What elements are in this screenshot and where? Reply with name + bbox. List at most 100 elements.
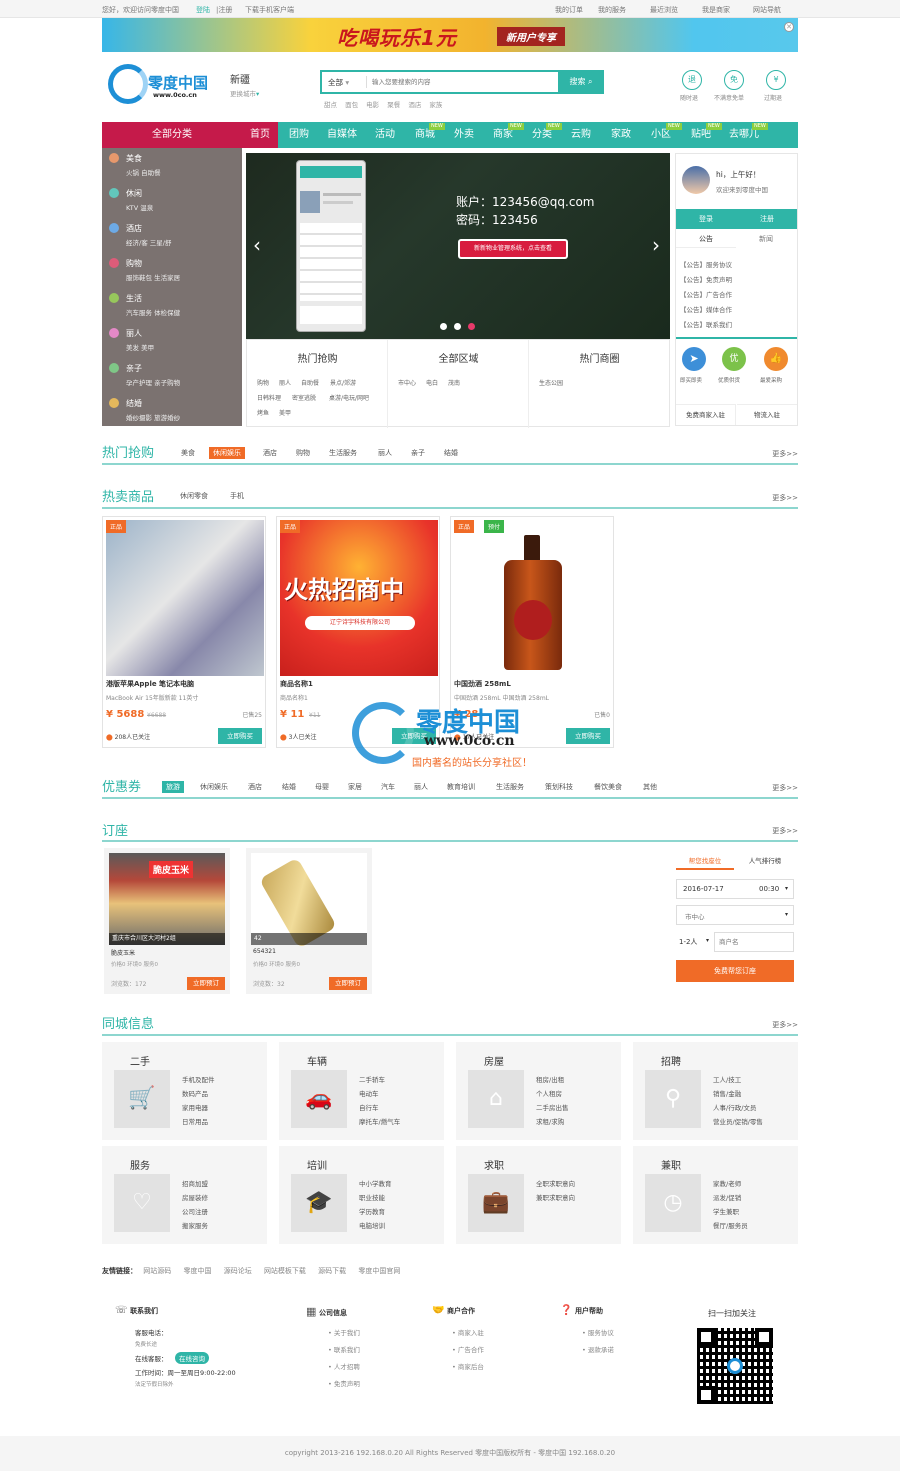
city-link[interactable]: 求租/求购 (536, 1116, 564, 1126)
city-link[interactable]: 家用电器 (182, 1102, 208, 1112)
tab-dining[interactable]: 餐饮美食 (594, 782, 622, 792)
friend-link[interactable]: 网站源码 (143, 1267, 171, 1275)
people-select[interactable]: 1-2人 ▾ (676, 932, 714, 952)
tab-news[interactable]: 新闻 (736, 234, 796, 244)
city-link[interactable]: 职业技能 (359, 1192, 385, 1202)
login-button[interactable]: 登录 (676, 209, 736, 229)
tab-phones[interactable]: 手机 (230, 491, 244, 501)
footer-link[interactable]: • 关于我们 (328, 1327, 360, 1337)
footer-link[interactable]: • 服务协议 (582, 1327, 614, 1337)
city-block-training[interactable]: 培训 🎓 中小学教育 职业技能 学历教育 电脑培训 (279, 1146, 444, 1244)
city-link[interactable]: 公司注册 (182, 1206, 208, 1216)
product-name[interactable]: 商品名称1 (280, 679, 313, 689)
send-icon[interactable]: ➤ (682, 347, 706, 371)
city-block-vehicles[interactable]: 车辆 🚗 二手轿车 电动车 自行车 摩托车/燃气车 (279, 1042, 444, 1140)
my-service-link[interactable]: 我的服务 (598, 5, 626, 15)
category-beauty[interactable]: 丽人 美发 美甲 (102, 323, 242, 358)
tab-baby[interactable]: 母婴 (315, 782, 329, 792)
slider-dot-active[interactable] (468, 323, 475, 330)
tab-parenting[interactable]: 亲子 (411, 448, 425, 458)
quick-link[interactable]: 桌游/电玩/网吧 (329, 393, 369, 402)
thumbs-up-icon[interactable]: 👍 (764, 347, 788, 371)
city-block-services[interactable]: 服务 ♡ 招商加盟 房屋装修 公司注册 搬家服务 (102, 1146, 267, 1244)
friend-link[interactable]: 零度中国 (183, 1267, 211, 1275)
tab-leisure[interactable]: 休闲娱乐 (209, 447, 245, 459)
area-select[interactable]: 市中心 ▾ (676, 905, 794, 925)
hot-keyword[interactable]: 聚餐 (387, 101, 400, 109)
category-leisure[interactable]: 休闲 KTV 温泉 (102, 183, 242, 218)
app-download-link[interactable]: 下载手机客户端 (245, 5, 294, 15)
more-link[interactable]: 更多>> (772, 449, 798, 459)
city-link[interactable]: 学历教育 (359, 1206, 385, 1216)
city-link[interactable]: 二手轿车 (359, 1074, 385, 1084)
city-link[interactable]: 手机及配件 (182, 1074, 215, 1084)
tab-life-service[interactable]: 生活服务 (329, 448, 357, 458)
quick-link[interactable]: 美甲 (279, 408, 291, 417)
tab-home[interactable]: 家居 (348, 782, 362, 792)
footer-link[interactable]: • 联系我们 (328, 1344, 360, 1354)
more-link[interactable]: 更多>> (772, 826, 798, 836)
notice-item[interactable]: 【公告】免责声明 (680, 274, 732, 284)
notice-item[interactable]: 【公告】媒体合作 (680, 304, 732, 314)
booking-image[interactable] (251, 853, 367, 949)
category-wedding[interactable]: 结婚 婚纱摄影 旅游婚纱 (102, 393, 242, 428)
city-link[interactable]: 数码产品 (182, 1088, 208, 1098)
booking-card[interactable]: 42 654321 价格0 环境0 服务0 浏览数：32 立即预订 (246, 848, 372, 994)
logo-icon[interactable] (108, 64, 148, 104)
city-link[interactable]: 日常用品 (182, 1116, 208, 1126)
recent-browse-link[interactable]: 最近浏览 (650, 5, 678, 15)
notice-item[interactable]: 【公告】服务协议 (680, 259, 732, 269)
tab-beauty[interactable]: 丽人 (414, 782, 428, 792)
footer-link[interactable]: • 商家后台 (452, 1361, 484, 1371)
category-life[interactable]: 生活 汽车服务 体检保健 (102, 288, 242, 323)
slider-dot[interactable] (454, 323, 461, 330)
footer-link[interactable]: • 退款承诺 (582, 1344, 614, 1354)
city-link[interactable]: 房屋装修 (182, 1192, 208, 1202)
city-link[interactable]: 招商加盟 (182, 1178, 208, 1188)
friend-link[interactable]: 网站模板下载 (264, 1267, 306, 1275)
city-link[interactable]: 中小学教育 (359, 1178, 392, 1188)
nav-item-events[interactable]: 活动 (368, 122, 402, 148)
buy-now-button[interactable]: 立即购买 (218, 728, 262, 744)
tab-travel[interactable]: 旅游 (162, 781, 184, 793)
city-link[interactable]: 搬家服务 (182, 1220, 208, 1230)
search-category[interactable]: 全部 ▾ (328, 77, 349, 88)
city-block-housing[interactable]: 房屋 ⌂ 租房/出租 个人租房 二手房出售 求租/求购 (456, 1042, 621, 1140)
city-link[interactable]: 自行车 (359, 1102, 379, 1112)
free-booking-button[interactable]: 免费帮您订座 (676, 960, 794, 982)
city-link[interactable]: 租房/出租 (536, 1074, 564, 1084)
quick-link[interactable]: 茂南 (448, 378, 460, 387)
city-link[interactable]: 销售/金融 (713, 1088, 741, 1098)
tab-leisure[interactable]: 休闲娱乐 (200, 782, 228, 792)
tab-wedding[interactable]: 结婚 (444, 448, 458, 458)
book-now-button[interactable]: 立即预订 (187, 977, 225, 990)
nav-item-cloudbuy[interactable]: 云购 (564, 122, 598, 148)
login-link[interactable]: 登陆 (196, 5, 210, 15)
category-food[interactable]: 美食 火锅 自助餐 (102, 148, 242, 183)
close-icon[interactable]: ✕ (784, 22, 794, 32)
quick-link[interactable]: 自助餐 (301, 378, 319, 387)
city-block-secondhand[interactable]: 二手 🛒 手机及配件 数码产品 家用电器 日常用品 (102, 1042, 267, 1140)
city-link[interactable]: 个人租房 (536, 1088, 562, 1098)
city-link[interactable]: 电脑培训 (359, 1220, 385, 1230)
online-chat-button[interactable]: 在线咨询 (175, 1352, 209, 1364)
book-now-button[interactable]: 立即预订 (329, 977, 367, 990)
tab-education[interactable]: 教育培训 (447, 782, 475, 792)
product-name[interactable]: 港版苹果Apple 笔记本电脑 (106, 679, 194, 689)
promo-banner[interactable]: 吃喝玩乐1元 新用户专享 ✕ (102, 18, 798, 52)
logo-text[interactable]: 零度中国 (148, 72, 208, 93)
category-hotel[interactable]: 酒店 经济/客 三星/舒 (102, 218, 242, 253)
more-link[interactable]: 更多>> (772, 1020, 798, 1030)
product-image[interactable] (106, 520, 264, 676)
all-categories-button[interactable]: 全部分类 (102, 122, 242, 148)
notice-item[interactable]: 【公告】广告合作 (680, 289, 732, 299)
slider-dot[interactable] (440, 323, 447, 330)
nav-item-media[interactable]: 自媒体 (322, 122, 362, 148)
city-link[interactable]: 兼职求职意向 (536, 1192, 575, 1202)
tab-shopping[interactable]: 购物 (296, 448, 310, 458)
tab-life-service[interactable]: 生活服务 (496, 782, 524, 792)
quick-link[interactable]: 市中心 (398, 378, 416, 387)
nav-item-home[interactable]: 首页 (242, 122, 278, 148)
city-link[interactable]: 二手房出售 (536, 1102, 569, 1112)
footer-link[interactable]: • 免责声明 (328, 1378, 360, 1388)
